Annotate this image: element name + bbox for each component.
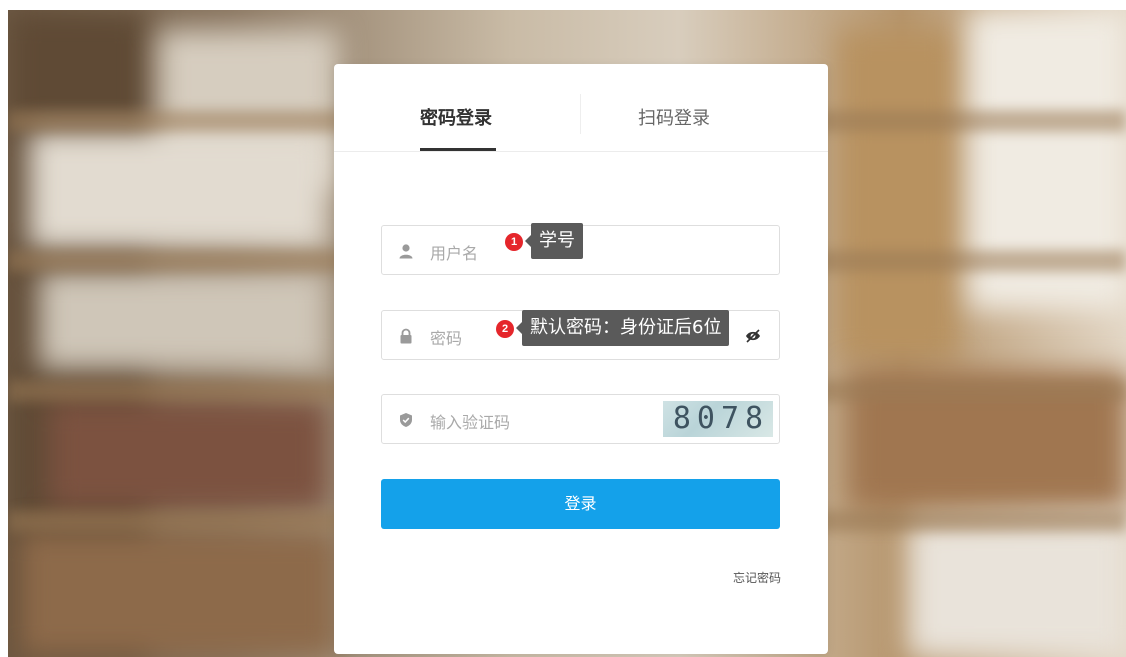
captcha-placeholder: 输入验证码 (430, 413, 511, 432)
user-icon (399, 244, 413, 259)
lock-icon (400, 328, 412, 344)
captcha-image[interactable]: 8078 (663, 401, 773, 437)
forgot-password-link[interactable]: 忘记密码 (733, 569, 781, 586)
annotation-note-password: 默认密码：身份证后6位 (515, 310, 730, 346)
password-placeholder: 密码 (430, 329, 463, 348)
shield-icon (400, 413, 412, 427)
captcha-field[interactable]: 输入验证码 8078 (381, 394, 780, 444)
eye-icon[interactable] (745, 329, 761, 343)
username-placeholder: 用户名 (430, 244, 479, 263)
active-tab-indicator (420, 148, 496, 151)
tab-password-login[interactable]: 密码登录 (420, 104, 492, 130)
tab-qr-login[interactable]: 扫码登录 (638, 104, 710, 130)
login-button[interactable]: 登录 (381, 479, 780, 529)
annotation-note-username: 学号 (525, 223, 583, 259)
login-tabs: 密码登录 扫码登录 (334, 64, 828, 152)
tab-divider (580, 94, 581, 134)
annotation-badge-2: 2 (496, 320, 514, 338)
login-card: 密码登录 扫码登录 用户名 密码 输入验证码 8078 登录 忘记密码 (334, 64, 828, 654)
annotation-badge-1: 1 (505, 233, 523, 251)
